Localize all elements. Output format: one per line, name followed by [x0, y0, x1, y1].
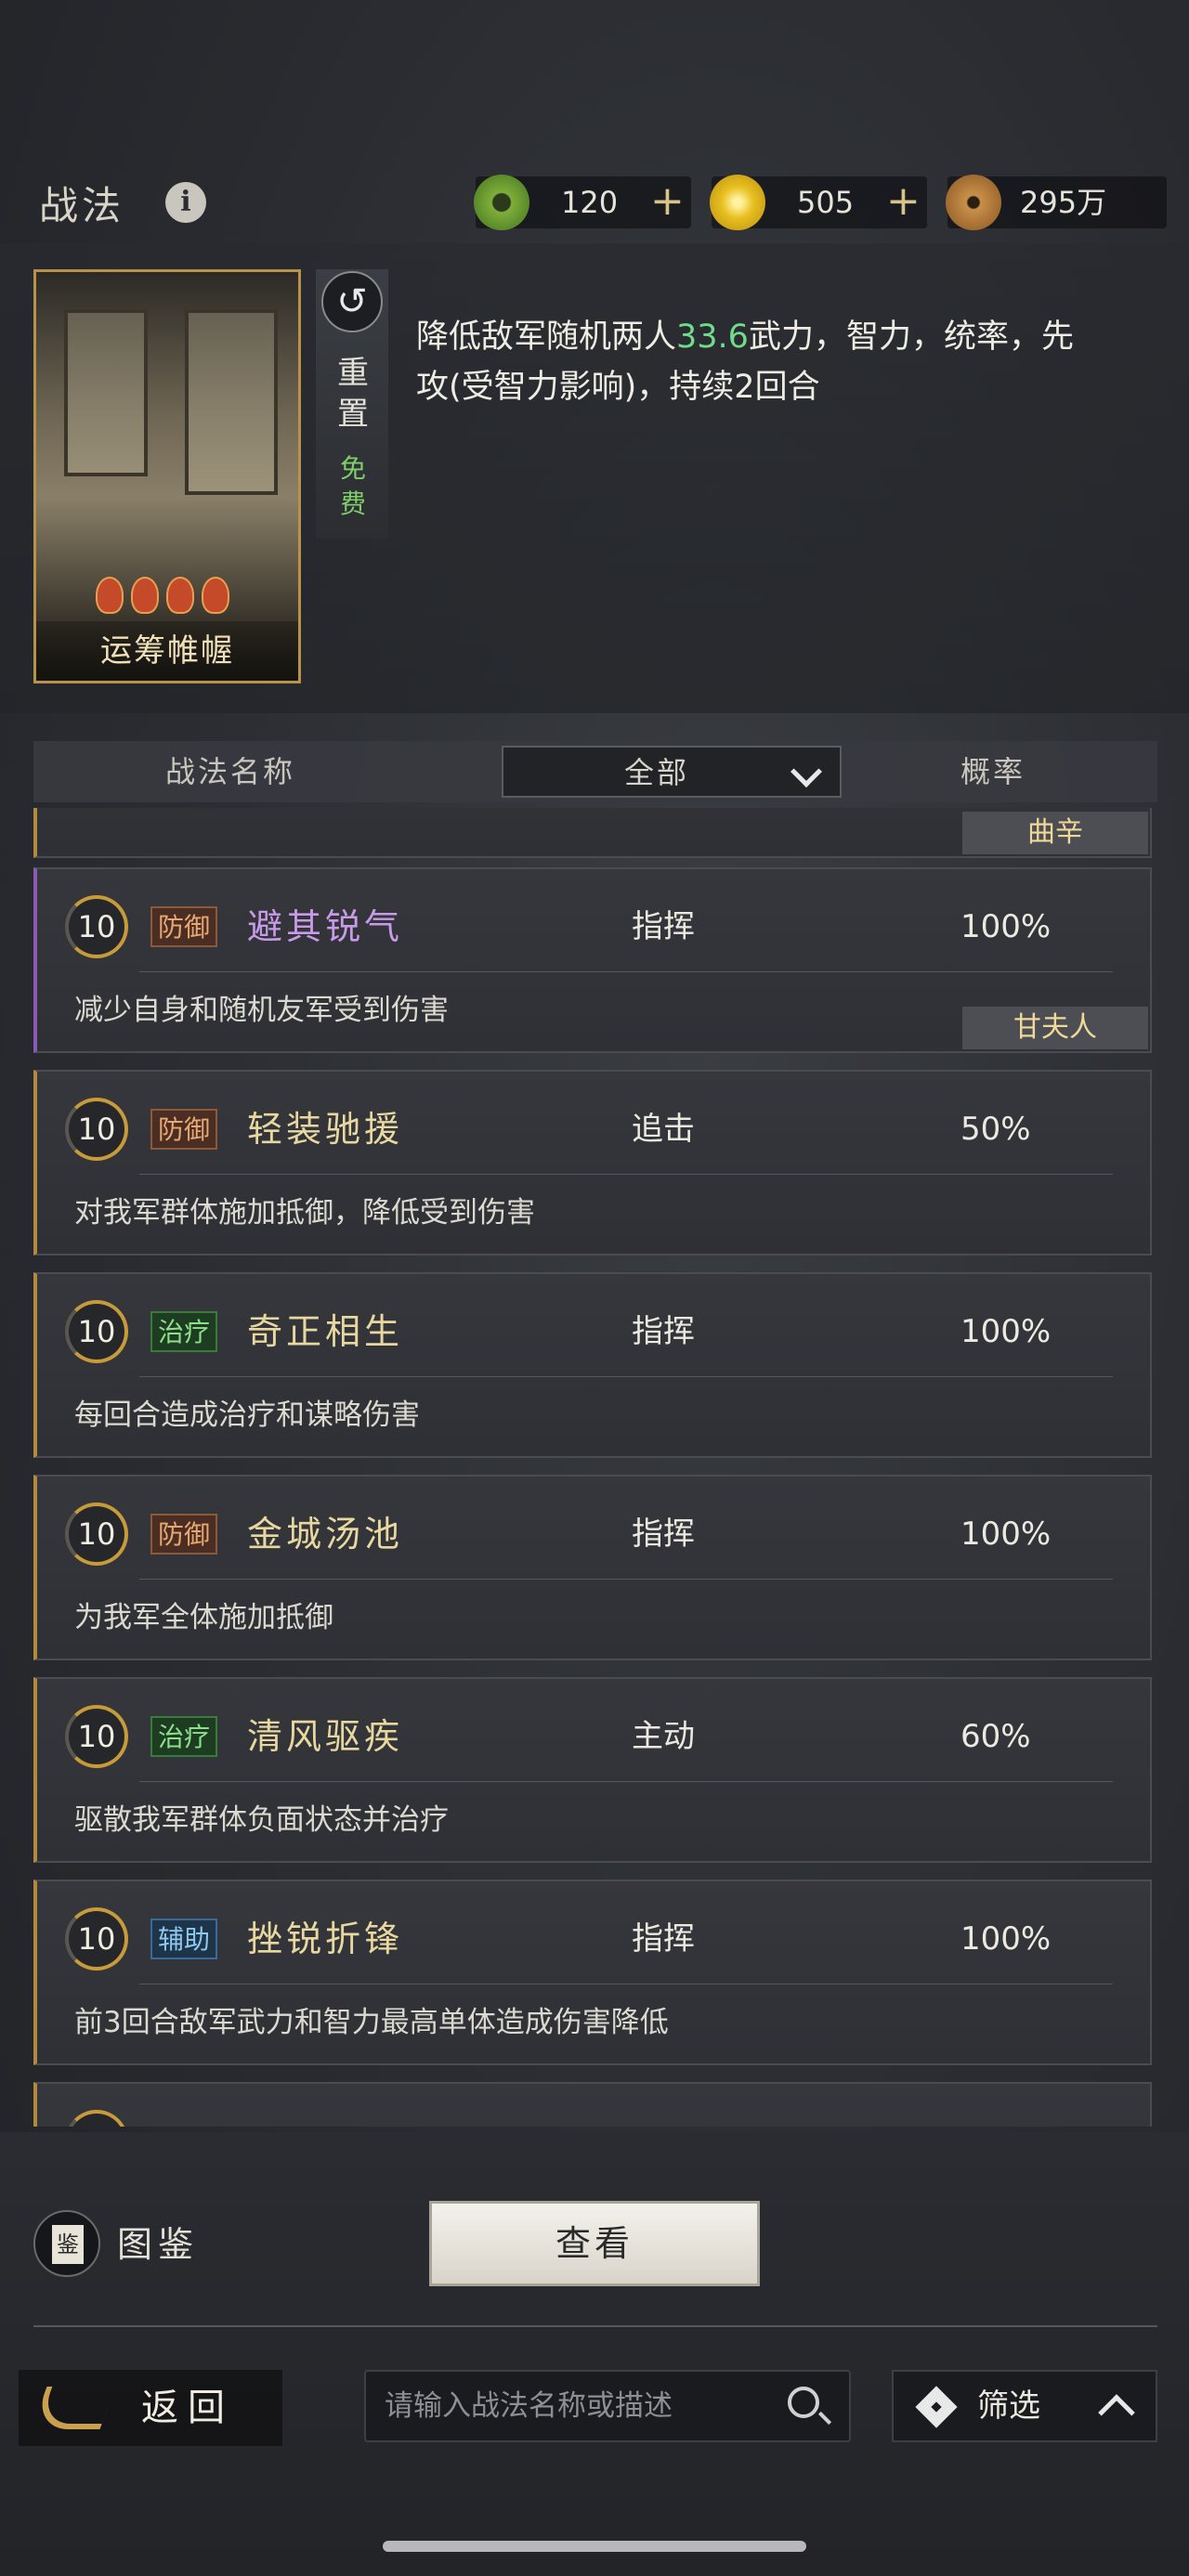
- quality-flame-icon: [131, 577, 159, 614]
- home-indicator[interactable]: [383, 2541, 806, 2552]
- chevron-down-icon: [790, 756, 822, 787]
- skill-type: 指挥: [632, 1920, 695, 1958]
- skill-name: 挫锐折锋: [247, 1919, 404, 1959]
- skill-name: 避其锐气: [247, 906, 404, 947]
- jade-value: 120: [561, 185, 619, 220]
- search-icon[interactable]: [788, 2387, 819, 2418]
- category-tag: 防御: [150, 1514, 218, 1555]
- bottom-bar: [0, 2132, 1189, 2576]
- owner-badge: 曲辛: [962, 812, 1148, 854]
- reset-icon[interactable]: ↺: [321, 271, 383, 332]
- category-tag: 防御: [150, 906, 218, 947]
- skill-prob: 100%: [960, 1313, 1052, 1350]
- skill-desc: 对我军群体施加抵御，降低受到伤害: [74, 1196, 535, 1229]
- skill-type: 追击: [632, 1111, 695, 1148]
- filter-icon: [915, 2386, 958, 2428]
- currency-copper: 295万: [946, 175, 1167, 230]
- search-box[interactable]: [364, 2370, 851, 2442]
- quality-flame-icon: [166, 577, 194, 614]
- skill-name: 清风驱疾: [247, 1716, 404, 1757]
- level-badge: 10: [65, 1300, 128, 1363]
- back-button[interactable]: 返回: [19, 2370, 282, 2446]
- gold-value: 505: [797, 185, 855, 220]
- quality-flame-icon: [202, 577, 229, 614]
- level-badge: 10: [65, 1705, 128, 1768]
- add-jade-button[interactable]: +: [650, 176, 685, 227]
- skill-value-highlight: 33.6: [676, 319, 749, 356]
- chevron-up-icon[interactable]: [1098, 2394, 1135, 2431]
- skill-desc: 前3回合敌军武力和智力最高单体造成伤害降低: [74, 2006, 669, 2039]
- list-item[interactable]: 10 防御 避其锐气 指挥 100% 减少自身和随机友军受到伤害 甘夫人: [33, 867, 1152, 1053]
- skill-name: 轻装驰援: [247, 1109, 404, 1150]
- list-item[interactable]: 曲辛: [33, 808, 1152, 858]
- skill-desc: 为我军全体施加抵御: [74, 1601, 333, 1634]
- skill-type: 指挥: [632, 1313, 695, 1350]
- skill-list[interactable]: 曲辛 10 防御 避其锐气 指挥 100% 减少自身和随机友军受到伤害 甘夫人 …: [33, 808, 1157, 2127]
- level-badge: [65, 2110, 128, 2127]
- info-icon[interactable]: i: [165, 182, 206, 223]
- list-item[interactable]: 10 辅助 挫锐折锋 指挥 100% 前3回合敌军武力和智力最高单体造成伤害降低: [33, 1880, 1152, 2065]
- jade-coin-icon: [474, 175, 529, 230]
- currency-jade: 120 +: [474, 175, 691, 230]
- level-badge: 10: [65, 1907, 128, 1971]
- search-input[interactable]: [385, 2372, 775, 2440]
- back-label: 返回: [141, 2387, 234, 2429]
- reset-label: 重置: [337, 355, 369, 433]
- category-tag: 辅助: [150, 1919, 218, 1959]
- list-item[interactable]: [33, 2082, 1152, 2127]
- view-button[interactable]: 查看: [429, 2201, 760, 2286]
- atlas-button[interactable]: 图鉴: [117, 2219, 199, 2270]
- category-tag: 防御: [150, 1109, 218, 1150]
- skill-prob: 100%: [960, 1920, 1052, 1958]
- skill-prob: 100%: [960, 908, 1052, 945]
- skill-prob: 100%: [960, 1516, 1052, 1553]
- owner-badge: 甘夫人: [962, 1007, 1148, 1049]
- gold-coin-icon: [710, 175, 765, 230]
- page-title: 战法: [39, 183, 125, 228]
- add-gold-button[interactable]: +: [886, 176, 921, 227]
- skill-description: 降低敌军随机两人33.6武力，智力，统率，先攻(受智力影响)，持续2回合: [416, 319, 1074, 406]
- copper-coin-icon: [946, 175, 1001, 230]
- prob-column-header[interactable]: 概率: [960, 741, 1026, 802]
- currency-gold: 505 +: [710, 175, 927, 230]
- level-badge: 10: [65, 895, 128, 958]
- filter-button[interactable]: 筛选: [892, 2370, 1157, 2442]
- skill-name: 奇正相生: [247, 1311, 404, 1352]
- filter-label: 筛选: [977, 2387, 1040, 2425]
- skill-card-name: 运筹帷幄: [36, 621, 298, 681]
- list-item[interactable]: 10 治疗 奇正相生 指挥 100% 每回合造成治疗和谋略伤害: [33, 1272, 1152, 1458]
- copper-value: 295万: [1020, 185, 1107, 220]
- list-item[interactable]: 10 防御 金城汤池 指挥 100% 为我军全体施加抵御: [33, 1475, 1152, 1660]
- skill-desc: 减少自身和随机友军受到伤害: [74, 994, 449, 1027]
- skill-type: 指挥: [632, 1516, 695, 1553]
- name-column-header: 战法名称: [165, 754, 296, 789]
- skill-desc: 每回合造成治疗和谋略伤害: [74, 1399, 420, 1432]
- quality-flame-icon: [96, 577, 124, 614]
- category-tag: 治疗: [150, 1311, 218, 1352]
- skill-prob: 50%: [960, 1111, 1031, 1148]
- list-item[interactable]: 10 防御 轻装驰援 追击 50% 对我军群体施加抵御，降低受到伤害: [33, 1070, 1152, 1255]
- free-label: 免费: [339, 453, 366, 519]
- back-arrow-icon: [31, 2387, 116, 2429]
- skill-prob: 60%: [960, 1718, 1031, 1755]
- skill-desc: 驱散我军群体负面状态并治疗: [74, 1803, 449, 1837]
- list-item[interactable]: 10 治疗 清风驱疾 主动 60% 驱散我军群体负面状态并治疗: [33, 1677, 1152, 1863]
- skill-name: 金城汤池: [247, 1514, 404, 1555]
- divider: [33, 2325, 1157, 2327]
- skill-type: 主动: [632, 1718, 695, 1755]
- dropdown-selected: 全部: [624, 755, 690, 790]
- skill-type: 指挥: [632, 908, 695, 945]
- category-tag: 治疗: [150, 1716, 218, 1757]
- atlas-icon[interactable]: 鉴: [33, 2210, 100, 2277]
- skill-card[interactable]: 运筹帷幄: [33, 269, 301, 683]
- level-badge: 10: [65, 1503, 128, 1566]
- level-badge: 10: [65, 1098, 128, 1161]
- category-dropdown[interactable]: 全部: [502, 746, 842, 798]
